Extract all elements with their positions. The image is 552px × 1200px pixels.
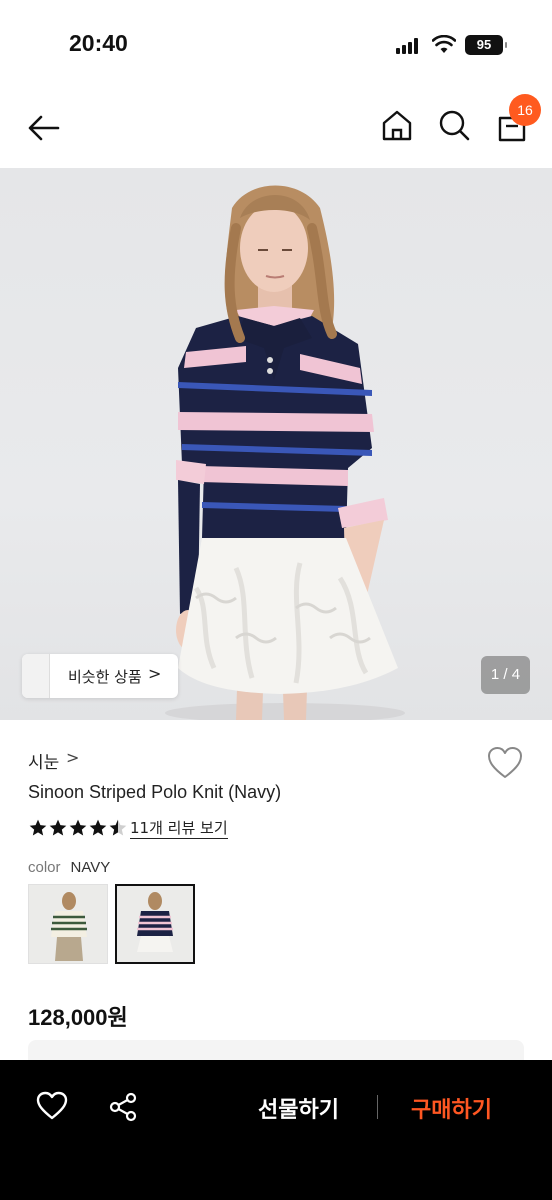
divider: [377, 1095, 378, 1119]
rating-stars: [28, 818, 128, 840]
image-page-indicator: 1 / 4: [481, 656, 530, 694]
swatch-thumbnail: [117, 886, 193, 962]
similar-products-label: 비슷한 상품: [68, 668, 142, 686]
star-full-icon: [49, 819, 67, 836]
gift-button[interactable]: 선물하기: [258, 1092, 339, 1124]
chevron-right-icon: >: [66, 748, 80, 767]
product-image[interactable]: 비슷한 상품 > 1 / 4: [0, 168, 552, 720]
star-full-icon: [29, 819, 47, 836]
brand-link[interactable]: 시눈: [28, 748, 59, 773]
similar-thumbnails: [22, 654, 50, 698]
swatch-thumbnail: [29, 885, 107, 963]
product-title: Sinoon Striped Polo Knit (Navy): [28, 782, 282, 802]
search-icon[interactable]: [437, 108, 471, 142]
chevron-right-icon: >: [148, 664, 162, 683]
wishlist-heart-icon[interactable]: [487, 746, 523, 780]
battery-indicator: 95: [465, 35, 507, 55]
star-full-icon: [89, 819, 107, 836]
wifi-icon: [432, 35, 456, 53]
top-nav-bar: 16: [0, 80, 552, 168]
similar-products-button[interactable]: 비슷한 상품 >: [22, 654, 178, 698]
share-icon[interactable]: [108, 1092, 138, 1122]
star-full-icon: [69, 819, 87, 836]
bottom-action-bar: 선물하기 구매하기: [0, 1060, 552, 1200]
model-photo-illustration: [165, 185, 405, 720]
color-swatch-navy[interactable]: [115, 884, 195, 964]
signal-icon: [396, 38, 422, 54]
color-swatch-ivory[interactable]: [28, 884, 108, 964]
star-half-icon: [109, 819, 127, 836]
color-label: color: [28, 859, 61, 876]
wishlist-heart-icon[interactable]: [36, 1091, 68, 1121]
review-link[interactable]: 11개 리뷰 보기: [130, 819, 228, 839]
buy-button[interactable]: 구매하기: [411, 1092, 492, 1124]
color-option-row: color NAVY: [28, 858, 110, 876]
status-bar: 20:40 95: [0, 0, 552, 80]
home-icon[interactable]: [380, 108, 414, 142]
status-time: 20:40: [69, 30, 128, 56]
back-arrow-icon[interactable]: [24, 108, 64, 148]
cart-count-badge: 16: [509, 94, 541, 126]
color-value: NAVY: [70, 859, 111, 876]
product-price: 128,000원: [28, 1005, 128, 1030]
